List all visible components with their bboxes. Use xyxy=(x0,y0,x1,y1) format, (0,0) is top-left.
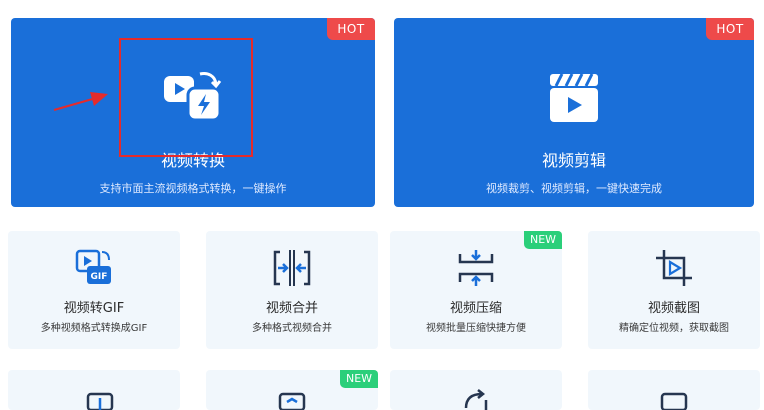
tool-icon xyxy=(86,392,114,410)
tool-icon xyxy=(278,392,306,410)
video-screenshot-title: 视频截图 xyxy=(647,301,700,316)
new-badge: NEW xyxy=(340,370,378,388)
merge-icon xyxy=(273,250,311,286)
video-clip-icon xyxy=(550,73,598,122)
video-clip-desc: 视频裁剪、视频剪辑，一键快速完成 xyxy=(486,182,662,195)
annotation-arrow xyxy=(53,92,108,111)
video-convert-desc: 支持市面主流视频格式转换，一键操作 xyxy=(99,182,287,195)
video-clip-card[interactable]: HOT 视频剪辑 视频裁剪、视频剪辑，一键快速完成 xyxy=(394,18,754,207)
tool-card[interactable]: NEW xyxy=(206,370,378,410)
video-convert-title: 视频转换 xyxy=(160,151,225,170)
compress-icon xyxy=(458,250,494,286)
video-to-gif-card[interactable]: GIF 视频转GIF 多种视频格式转换成GIF xyxy=(8,231,180,349)
video-merge-desc: 多种格式视频合并 xyxy=(252,323,332,334)
video-screenshot-desc: 精确定位视频，获取截图 xyxy=(619,323,729,334)
video-compress-desc: 视频批量压缩快捷方便 xyxy=(426,323,526,334)
video-to-gif-title: 视频转GIF xyxy=(63,301,125,316)
video-to-gif-icon: GIF xyxy=(75,249,111,284)
hot-badge: HOT xyxy=(327,18,375,40)
video-compress-title: 视频压缩 xyxy=(449,301,502,316)
hot-badge: HOT xyxy=(706,18,754,40)
tool-icon xyxy=(464,389,488,410)
new-badge: NEW xyxy=(524,231,562,249)
tool-card[interactable] xyxy=(8,370,180,410)
video-clip-title: 视频剪辑 xyxy=(541,151,606,170)
crop-icon xyxy=(656,250,692,286)
video-to-gif-desc: 多种视频格式转换成GIF xyxy=(40,323,148,334)
video-screenshot-card[interactable]: 视频截图 精确定位视频，获取截图 xyxy=(588,231,760,349)
tool-icon xyxy=(660,392,688,410)
video-merge-title: 视频合并 xyxy=(265,301,318,316)
tool-card[interactable] xyxy=(390,370,562,410)
tool-card[interactable] xyxy=(588,370,760,410)
svg-text:GIF: GIF xyxy=(91,272,108,282)
video-convert-icon xyxy=(164,72,222,122)
video-merge-card[interactable]: 视频合并 多种格式视频合并 xyxy=(206,231,378,349)
video-compress-card[interactable]: NEW 视频压缩 视频批量压缩快捷方便 xyxy=(390,231,562,349)
